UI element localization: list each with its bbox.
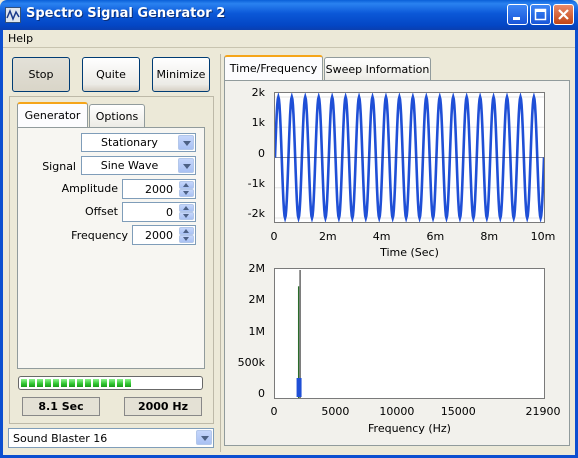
frequency-value: 2000 (145, 229, 173, 242)
frequency-readout: 2000 Hz (124, 397, 202, 416)
time-y-tick-label: 0 (258, 146, 265, 160)
progress-segment (77, 379, 83, 387)
freq-x-tick-label: 10000 (379, 405, 415, 418)
frequency-label: Frequency (71, 229, 128, 242)
time-x-tick-label: 0 (270, 230, 278, 243)
time-x-tick-label: 6m (426, 230, 445, 243)
time-x-ticks: 0 2m 4m 6m 8m 10m (255, 230, 560, 244)
freq-x-tick-label: 15000 (440, 405, 476, 418)
window-title: Spectro Signal Generator 2 (26, 6, 226, 21)
spin-up-icon[interactable] (179, 181, 194, 189)
tab-sweep-information[interactable]: Sweep Information (324, 57, 431, 80)
progress-segment (29, 379, 35, 387)
menu-help[interactable]: Help (8, 32, 33, 45)
chevron-down-icon[interactable] (196, 430, 212, 445)
minimize-button[interactable]: Minimize (152, 57, 210, 92)
offset-label: Offset (84, 205, 118, 218)
freq-x-ticks: 0 5000 10000 15000 21900 (255, 405, 565, 419)
device-value: Sound Blaster 16 (13, 432, 108, 445)
progress-bar (18, 376, 203, 390)
freq-y-tick-label: 2M (248, 293, 266, 307)
time-y-ticks: 2k 1k 0 -1k -2k (226, 85, 271, 231)
progress-segment (53, 379, 59, 387)
signal-value: Sine Wave (100, 159, 159, 172)
quite-button[interactable]: Quite (82, 57, 140, 92)
progress-segment (21, 379, 27, 387)
progress-segment (61, 379, 67, 387)
amplitude-value: 2000 (145, 183, 173, 196)
time-y-tick-label: -2k (247, 207, 265, 220)
tab-generator[interactable]: Generator (17, 102, 88, 127)
maximize-window-button[interactable] (530, 4, 551, 25)
signal-dropdown[interactable]: Sine Wave (81, 156, 196, 175)
progress-segment (69, 379, 75, 387)
mode-value: Stationary (101, 136, 158, 149)
time-x-tick-label: 8m (480, 230, 499, 243)
progress-segment (109, 379, 115, 387)
freq-y-tick-label: 500k (237, 355, 265, 369)
time-x-axis-label: Time (Sec) (380, 246, 439, 259)
progress-segment (85, 379, 91, 387)
spin-up-icon[interactable] (179, 204, 194, 212)
freq-x-tick-label: 21900 (525, 405, 561, 418)
freq-x-tick-label: 0 (270, 405, 278, 418)
frequency-stepper[interactable]: 2000 (132, 225, 196, 245)
freq-x-axis-label: Frequency (Hz) (368, 422, 451, 435)
progress-segment (101, 379, 107, 387)
time-domain-plot[interactable] (274, 92, 545, 223)
time-x-tick-label: 10m (530, 230, 556, 243)
time-y-tick-label: -1k (247, 176, 265, 190)
chevron-down-icon[interactable] (178, 135, 194, 150)
progress-segment (37, 379, 43, 387)
freq-x-tick-label: 5000 (321, 405, 350, 418)
time-readout: 8.1 Sec (22, 397, 100, 416)
amplitude-stepper[interactable]: 2000 (122, 179, 196, 199)
tab-options[interactable]: Options (89, 104, 145, 127)
time-y-tick-label: 1k (251, 116, 265, 130)
stop-button[interactable]: Stop (12, 57, 70, 92)
time-y-tick-label: 2k (251, 86, 265, 99)
spin-down-icon[interactable] (179, 235, 194, 243)
time-x-tick-label: 2m (318, 230, 337, 243)
divider (220, 54, 221, 452)
freq-y-tick-label: 0 (258, 387, 265, 400)
spin-down-icon[interactable] (179, 189, 194, 197)
menu-bar (3, 30, 575, 48)
mode-dropdown[interactable]: Stationary (81, 133, 196, 152)
spectrum-trace-svg (296, 270, 302, 398)
spin-up-icon[interactable] (179, 227, 194, 235)
time-x-tick-label: 4m (372, 230, 391, 243)
time-trace-svg (275, 93, 544, 222)
progress-segment (125, 379, 131, 387)
device-dropdown[interactable]: Sound Blaster 16 (8, 428, 214, 448)
progress-segment (117, 379, 123, 387)
app-icon[interactable] (5, 7, 21, 23)
peak-base (296, 378, 302, 397)
minimize-window-button[interactable] (507, 4, 528, 25)
signal-label: Signal (42, 160, 76, 173)
freq-y-tick-label: 1M (248, 324, 266, 338)
freq-y-ticks: 2M 2M 1M 500k 0 (226, 261, 271, 407)
spectrum-plot[interactable] (274, 268, 545, 399)
chevron-down-icon[interactable] (178, 158, 194, 173)
tab-time-frequency[interactable]: Time/Frequency (224, 55, 323, 80)
close-window-button[interactable] (553, 4, 574, 25)
progress-segment (93, 379, 99, 387)
freq-y-tick-label: 2M (248, 262, 266, 275)
spin-down-icon[interactable] (179, 212, 194, 220)
offset-value: 0 (166, 206, 173, 219)
window-frame-left (0, 30, 3, 458)
offset-stepper[interactable]: 0 (122, 202, 196, 222)
amplitude-label: Amplitude (61, 182, 118, 195)
progress-segment (45, 379, 51, 387)
